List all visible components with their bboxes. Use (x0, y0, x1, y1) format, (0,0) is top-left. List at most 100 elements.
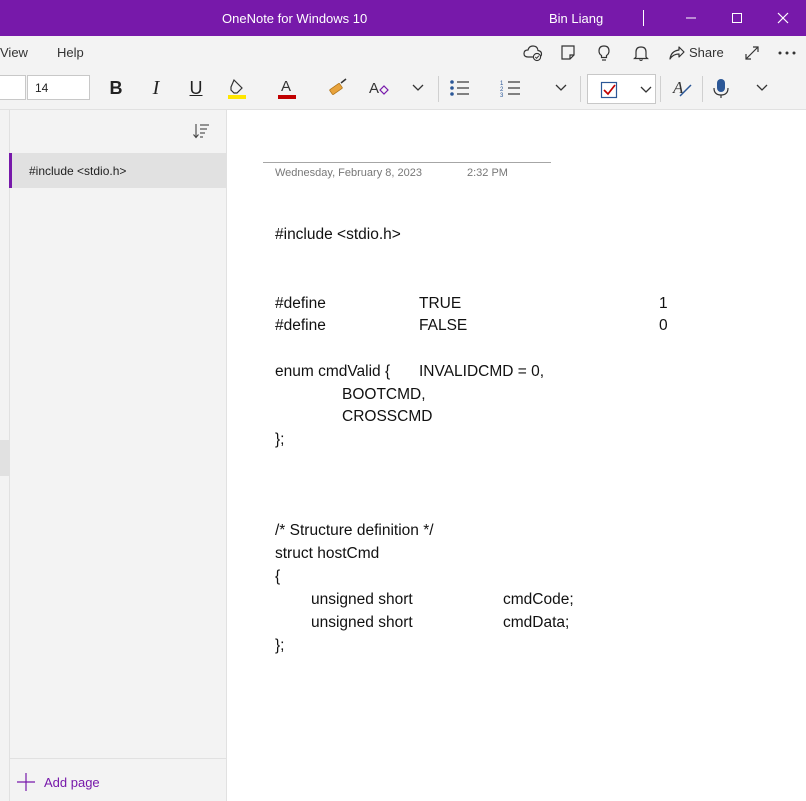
code-line-brace-open[interactable]: { (275, 568, 280, 586)
cloud-sync-icon (523, 45, 543, 62)
tell-me-button[interactable] (593, 42, 615, 64)
plus-icon (17, 773, 35, 791)
svg-text:A: A (369, 80, 379, 97)
format-painter-button[interactable] (325, 76, 351, 100)
chevron-down-icon (412, 84, 424, 91)
todo-checkbox-icon (600, 81, 618, 99)
clear-formatting-button[interactable]: A (365, 76, 391, 100)
styles-button[interactable]: A (669, 76, 695, 100)
notifications-button[interactable] (630, 42, 652, 64)
bulleted-list-icon (450, 80, 469, 96)
sidebar-footer-divider (9, 758, 227, 759)
menu-bar: View Help Share (0, 36, 806, 70)
code-line-define-value[interactable]: 0 (659, 317, 668, 335)
more-options-button[interactable] (776, 42, 798, 64)
share-label[interactable]: Share (689, 45, 724, 60)
add-page-button[interactable]: Add page (16, 772, 100, 792)
highlight-button[interactable] (224, 76, 250, 100)
code-line-define-keyword[interactable]: #define (275, 295, 326, 313)
ribbon-more-dropdown[interactable] (749, 76, 775, 100)
svg-text:A: A (281, 78, 291, 95)
numbered-list-icon: 123 (500, 81, 520, 98)
code-line-field-name[interactable]: cmdCode; (503, 591, 574, 609)
full-screen-button[interactable] (741, 42, 763, 64)
code-line-enum-item[interactable]: CROSSCMD (342, 408, 432, 426)
lightbulb-icon (598, 45, 610, 61)
chevron-down-icon (555, 84, 567, 91)
code-line-field-type[interactable]: unsigned short (311, 614, 413, 632)
menu-view[interactable]: View (0, 45, 28, 60)
sort-pages-button[interactable] (192, 122, 210, 140)
close-button[interactable] (773, 8, 793, 28)
dictate-button[interactable] (708, 76, 734, 100)
clear-formatting-icon: A (369, 80, 389, 97)
code-line-comment[interactable]: /* Structure definition */ (275, 522, 434, 540)
page-date: Wednesday, February 8, 2023 (275, 167, 422, 179)
code-line-define-name[interactable]: TRUE (419, 295, 461, 313)
title-separator (643, 10, 644, 26)
expand-icon (745, 46, 759, 60)
chevron-down-icon (756, 84, 768, 91)
notebooks-button[interactable] (557, 42, 579, 64)
page-list-item[interactable]: #include <stdio.h> (9, 153, 226, 188)
code-line-field-type[interactable]: unsigned short (311, 591, 413, 609)
font-more-dropdown[interactable] (405, 76, 431, 100)
page-title: #include <stdio.h> (29, 164, 127, 178)
minimize-button[interactable] (681, 8, 701, 28)
note-canvas[interactable]: Wednesday, February 8, 2023 2:32 PM #inc… (228, 110, 806, 801)
tag-selector[interactable] (587, 74, 656, 104)
code-line-struct[interactable]: struct hostCmd (275, 545, 379, 563)
code-line-brace-close[interactable]: }; (275, 637, 284, 655)
section-scroll-indicator[interactable] (0, 440, 9, 476)
code-line-enum-first[interactable]: INVALIDCMD = 0, (419, 363, 544, 381)
paragraph-more-dropdown[interactable] (548, 76, 574, 100)
minimize-icon (686, 17, 696, 19)
bold-icon: B (109, 78, 123, 98)
menu-help[interactable]: Help (57, 45, 84, 60)
more-icon (778, 51, 796, 55)
code-line-enum-item[interactable]: BOOTCMD, (342, 386, 426, 404)
code-line-field-name[interactable]: cmdData; (503, 614, 569, 632)
share-button[interactable] (666, 42, 688, 64)
ribbon-divider (660, 76, 661, 102)
page-title-field[interactable] (263, 162, 551, 163)
page-list-pane: #include <stdio.h> Add page (0, 110, 227, 801)
sync-button[interactable] (522, 42, 544, 64)
ribbon-divider (580, 76, 581, 102)
font-color-icon: A (278, 78, 296, 99)
font-size-field[interactable]: 14 (27, 75, 90, 100)
highlighter-icon (228, 78, 246, 99)
user-name[interactable]: Bin Liang (549, 11, 603, 26)
close-icon (777, 12, 789, 24)
text-style-icon: A (672, 78, 692, 97)
bullets-button[interactable] (446, 76, 472, 100)
code-line-define-name[interactable]: FALSE (419, 317, 467, 335)
code-line-define-value[interactable]: 1 (659, 295, 668, 313)
app-title: OneNote for Windows 10 (222, 11, 368, 26)
microphone-icon (713, 79, 729, 98)
code-line-enum-decl[interactable]: enum cmdValid { (275, 363, 390, 381)
svg-text:3: 3 (500, 93, 504, 98)
share-icon (669, 46, 685, 60)
title-bar: OneNote for Windows 10 Bin Liang (0, 0, 806, 36)
code-line-include[interactable]: #include <stdio.h> (275, 226, 401, 244)
underline-button[interactable]: U (183, 76, 209, 100)
ribbon-divider (702, 76, 703, 102)
font-name-field[interactable] (0, 75, 26, 100)
sticky-note-icon (561, 45, 575, 60)
underline-icon: U (189, 78, 203, 98)
code-line-enum-close[interactable]: }; (275, 431, 284, 449)
italic-icon: I (152, 77, 160, 99)
maximize-button[interactable] (727, 8, 747, 28)
code-line-define-keyword[interactable]: #define (275, 317, 326, 335)
font-color-button[interactable]: A (274, 76, 300, 100)
chevron-down-icon (640, 86, 652, 93)
bell-icon (633, 46, 649, 62)
bold-button[interactable]: B (103, 76, 129, 100)
italic-button[interactable]: I (143, 76, 169, 100)
ribbon-toolbar: 14 B I U A A 123 A (0, 70, 806, 110)
paintbrush-icon (329, 78, 347, 95)
ribbon-divider (438, 76, 439, 102)
numbering-button[interactable]: 123 (497, 76, 523, 100)
section-pane-divider (9, 110, 10, 801)
